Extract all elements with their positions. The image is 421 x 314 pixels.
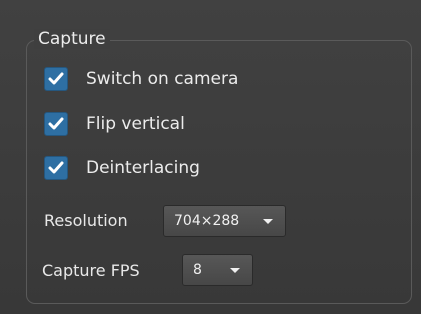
- check-icon[interactable]: [44, 156, 68, 180]
- checkbox-label: Switch on camera: [86, 69, 239, 89]
- resolution-dropdown[interactable]: 704×288: [163, 205, 286, 237]
- flip-vertical-checkbox-row[interactable]: Flip vertical: [44, 111, 185, 137]
- chevron-down-icon: [263, 218, 273, 224]
- checkbox-label: Deinterlacing: [86, 158, 200, 178]
- check-icon[interactable]: [44, 112, 68, 136]
- resolution-label: Resolution: [44, 211, 128, 230]
- resolution-value: 704×288: [174, 213, 240, 229]
- capture-settings-panel: Capture Switch on camera Flip vertical D…: [0, 0, 421, 314]
- switch-on-camera-checkbox-row[interactable]: Switch on camera: [44, 66, 238, 92]
- check-icon[interactable]: [44, 67, 68, 91]
- checkbox-label: Flip vertical: [86, 114, 185, 134]
- capture-fps-label: Capture FPS: [42, 261, 140, 280]
- chevron-down-icon: [230, 267, 240, 273]
- capture-fps-value: 8: [193, 262, 202, 278]
- group-title: Capture: [34, 29, 110, 49]
- deinterlacing-checkbox-row[interactable]: Deinterlacing: [44, 155, 200, 181]
- capture-fps-dropdown[interactable]: 8: [182, 254, 253, 286]
